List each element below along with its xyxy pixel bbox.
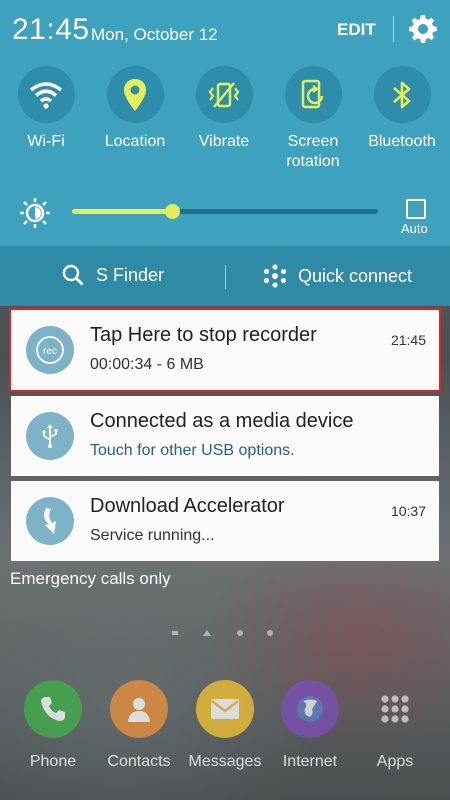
wifi-icon — [17, 66, 75, 123]
dock-app-contacts[interactable]: Contacts — [99, 680, 179, 771]
notification-title: Tap Here to stop recorder — [90, 324, 317, 346]
notification-time: 10:37 — [390, 503, 426, 519]
location-label: Location — [104, 133, 166, 150]
dock-label: Apps — [376, 753, 414, 770]
emergency-calls-text: Emergency calls only — [10, 569, 171, 588]
divider — [225, 265, 226, 289]
search-icon — [62, 264, 84, 286]
divider — [393, 16, 394, 42]
notification-subtitle: 00:00:34 - 6 MB — [90, 356, 204, 373]
notification-title: Connected as a media device — [90, 410, 354, 432]
finder-bar: S Finder Quick connect — [0, 246, 450, 306]
dock-label: Phone — [29, 753, 77, 770]
dock-label: Messages — [188, 753, 262, 770]
status-bar: 21:45 Mon, October 12 EDIT — [0, 0, 450, 58]
date-label: Mon, October 12 — [91, 25, 218, 44]
messages-icon — [196, 680, 254, 738]
internet-icon — [281, 680, 339, 738]
phone-icon — [24, 680, 82, 738]
vibrate-icon — [195, 66, 253, 123]
toggle-vibrate[interactable]: Vibrate — [184, 66, 264, 152]
rec-icon: rec — [26, 326, 74, 374]
s-finder-button[interactable]: S Finder — [62, 264, 164, 286]
brightness-slider-knob[interactable] — [165, 204, 181, 219]
dock-app-apps[interactable]: Apps — [355, 680, 435, 771]
quick-connect-label: Quick connect — [298, 265, 413, 286]
toggle-screen-rotation[interactable]: Screen rotation — [273, 66, 353, 172]
notification-title: Download Accelerator — [90, 495, 285, 517]
auto-brightness-checkbox[interactable] — [406, 199, 426, 219]
notification-usb[interactable]: Connected as a media device Touch for ot… — [11, 396, 439, 476]
notification-time: 21:45 — [390, 332, 426, 348]
notification-subtitle: Touch for other USB options. — [90, 442, 295, 459]
dock-label: Contacts — [107, 753, 171, 770]
contacts-icon — [110, 680, 168, 738]
gear-icon[interactable] — [407, 13, 439, 45]
usb-icon — [26, 412, 74, 460]
screen-rotation-label: Screen rotation — [286, 133, 340, 170]
page-indicator — [172, 630, 273, 636]
screen-rotation-icon — [284, 66, 342, 123]
brightness-slider-fill — [72, 209, 173, 214]
notification-download-accelerator[interactable]: Download Accelerator Service running... … — [11, 481, 439, 561]
svg-text:rec: rec — [43, 346, 57, 357]
quick-connect-button[interactable]: Quick connect — [263, 264, 412, 288]
dock-label: Internet — [282, 753, 338, 770]
bluetooth-icon — [373, 66, 431, 123]
toggle-bluetooth[interactable]: Bluetooth — [362, 66, 442, 152]
vibrate-label: Vibrate — [198, 133, 250, 150]
toggle-wifi[interactable]: Wi-Fi — [6, 66, 86, 152]
dock-app-phone[interactable]: Phone — [13, 680, 93, 771]
edit-button[interactable]: EDIT — [337, 20, 376, 40]
bluetooth-label: Bluetooth — [368, 133, 436, 150]
apps-grid-icon — [366, 680, 424, 738]
wifi-label: Wi-Fi — [27, 133, 65, 150]
clock-time: 21:45 — [12, 13, 90, 46]
quick-connect-icon — [263, 264, 287, 288]
download-accelerator-icon — [26, 497, 74, 545]
toggle-location[interactable]: Location — [95, 66, 175, 152]
s-finder-label: S Finder — [96, 264, 165, 285]
brightness-slider[interactable] — [72, 204, 378, 219]
notification-shade: 21:45 Mon, October 12 EDIT Wi-Fi Locatio… — [0, 0, 450, 246]
dock-app-internet[interactable]: Internet — [270, 680, 350, 771]
notification-subtitle: Service running... — [90, 527, 215, 544]
location-pin-icon — [106, 66, 164, 123]
notification-recorder[interactable]: rec Tap Here to stop recorder 00:00:34 -… — [9, 308, 441, 392]
dock-app-messages[interactable]: Messages — [185, 680, 265, 771]
auto-brightness-label: Auto — [401, 221, 428, 236]
brightness-icon — [20, 198, 50, 228]
